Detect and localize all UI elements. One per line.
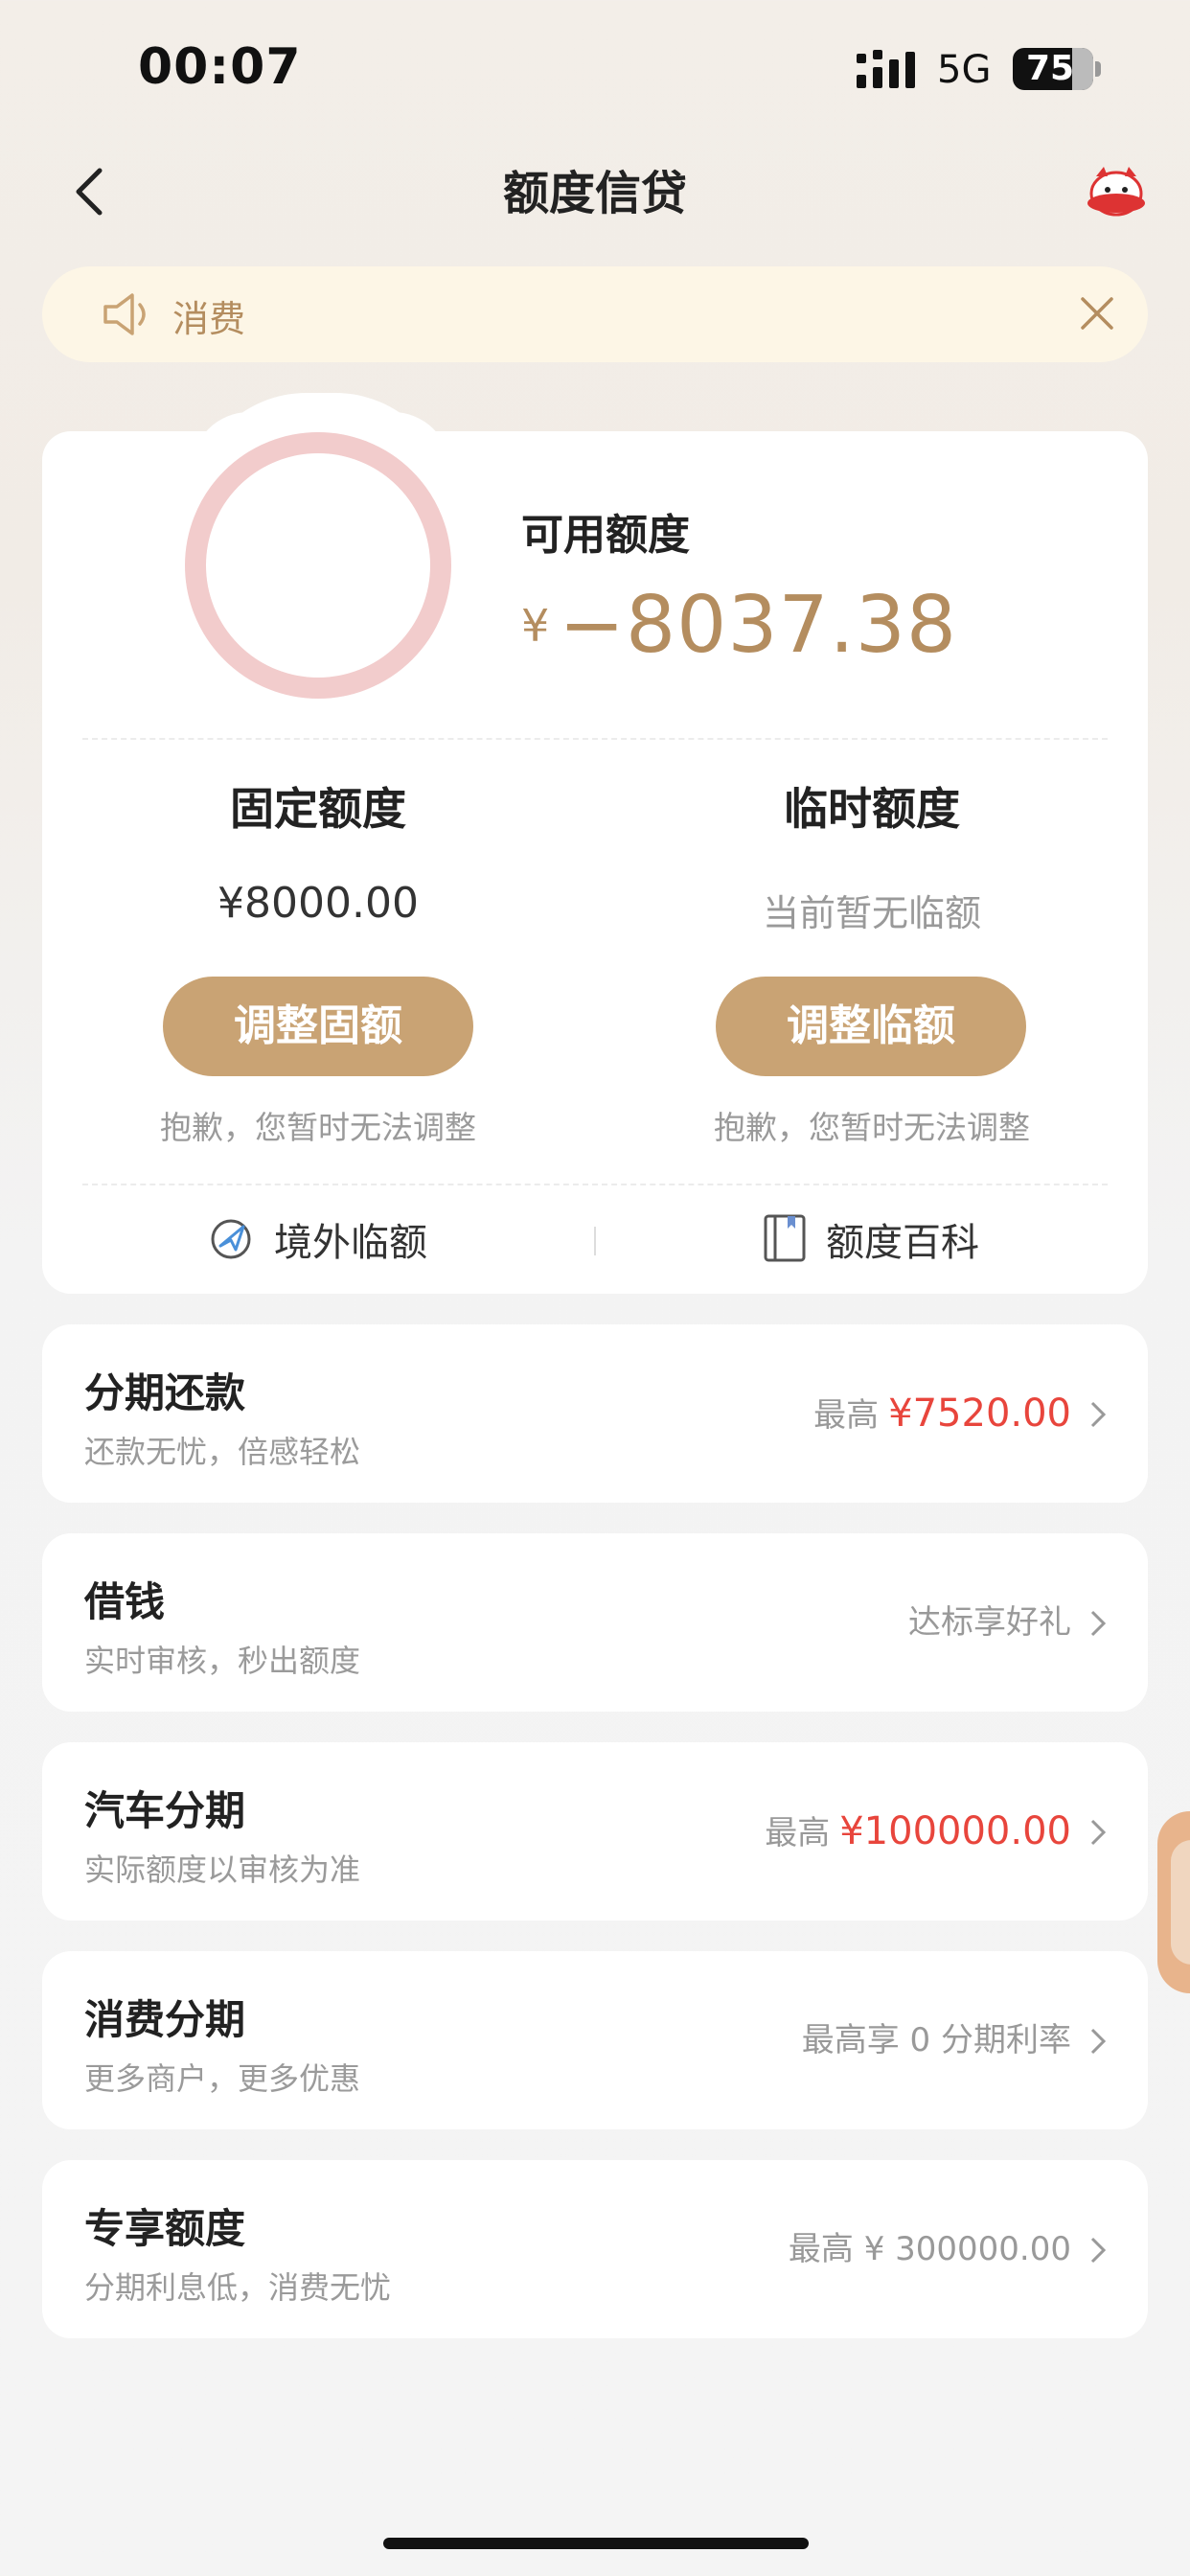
row-prefix: 达标享好礼	[908, 1603, 1071, 1642]
list-item-installment-repay[interactable]: 分期还款 还款无忧，倍感轻松 最高 ¥7520.00	[42, 1324, 1148, 1503]
row-prefix: 最高 ¥ 300000.00	[788, 2230, 1071, 2268]
row-title: 分期还款	[84, 1369, 246, 1416]
temp-credit-label: 临时额度	[784, 783, 960, 835]
fixed-credit-value: ¥8000.00	[217, 879, 419, 928]
row-title: 专享额度	[84, 2205, 246, 2252]
list-item-borrow[interactable]: 借钱 实时审核，秒出额度 达标享好礼	[42, 1533, 1148, 1712]
divider	[82, 1184, 1108, 1185]
adjust-temp-button[interactable]: 调整临额	[716, 977, 1026, 1076]
divider	[82, 738, 1108, 740]
row-prefix: 最高	[813, 1396, 880, 1435]
credit-ring-chart	[185, 432, 451, 699]
credit-wiki-label: 额度百科	[826, 1221, 979, 1265]
status-time: 00:07	[138, 38, 302, 96]
list-item-consumer-installment[interactable]: 消费分期 更多商户，更多优惠 最高享 0 分期利率	[42, 1951, 1148, 2129]
row-prefix: 最高享 0 分期利率	[801, 2021, 1071, 2059]
notice-text: 消费	[172, 298, 246, 340]
battery-icon: 75	[1013, 48, 1093, 90]
notice-bar[interactable]: 消费	[42, 266, 1148, 362]
link-separator	[594, 1227, 596, 1255]
row-detail: 最高享 0 分期利率	[802, 1951, 1071, 2129]
book-icon	[764, 1214, 806, 1262]
overseas-temp-label: 境外临额	[274, 1221, 427, 1265]
row-subtitle: 更多商户，更多优惠	[84, 2060, 361, 2097]
row-subtitle: 还款无忧，倍感轻松	[84, 1434, 361, 1470]
page-title: 额度信贷	[502, 167, 687, 220]
battery-level: 75	[1026, 49, 1075, 88]
row-detail: 最高 ¥ 300000.00	[789, 2160, 1071, 2338]
fixed-credit-label: 固定额度	[230, 783, 406, 835]
row-detail: 最高 ¥100000.00	[765, 1742, 1071, 1920]
row-subtitle: 分期利息低，消费无忧	[84, 2269, 392, 2306]
adjust-fixed-button[interactable]: 调整固额	[163, 977, 473, 1076]
row-amount: ¥7520.00	[888, 1392, 1071, 1436]
temp-adjust-note: 抱歉，您暂时无法调整	[714, 1109, 1030, 1146]
list-item-car-installment[interactable]: 汽车分期 实际额度以审核为准 最高 ¥100000.00	[42, 1742, 1148, 1920]
row-title: 借钱	[84, 1578, 166, 1625]
home-indicator[interactable]	[383, 2538, 809, 2549]
chevron-right-icon	[1090, 2028, 1107, 2055]
row-prefix: 最高	[765, 1814, 831, 1852]
available-credit-value: ¥ −8037.38	[521, 580, 957, 671]
row-title: 消费分期	[84, 1996, 246, 2043]
battery-nub	[1095, 61, 1101, 77]
mascot-icon[interactable]	[1083, 161, 1150, 220]
available-credit-label: 可用额度	[521, 511, 690, 560]
row-subtitle: 实际额度以审核为准	[84, 1852, 361, 1888]
row-subtitle: 实时审核，秒出额度	[84, 1643, 361, 1679]
row-amount: ¥100000.00	[839, 1809, 1071, 1853]
list-item-exclusive-credit[interactable]: 专享额度 分期利息低，消费无忧 最高 ¥ 300000.00	[42, 2160, 1148, 2338]
network-label: 5G	[937, 48, 992, 92]
floating-promo-widget[interactable]	[1157, 1811, 1190, 1993]
chevron-right-icon	[1090, 1610, 1107, 1637]
available-amount: −8037.38	[559, 580, 958, 671]
close-icon[interactable]	[1075, 291, 1119, 335]
plane-globe-icon	[211, 1219, 251, 1259]
row-detail: 达标享好礼	[908, 1533, 1071, 1712]
temp-credit-value: 当前暂无临额	[762, 892, 981, 934]
signal-icon	[857, 50, 915, 88]
row-title: 汽车分期	[84, 1787, 246, 1834]
currency-symbol: ¥	[521, 599, 550, 652]
chevron-right-icon	[1090, 2237, 1107, 2264]
row-detail: 最高 ¥7520.00	[813, 1324, 1071, 1503]
speaker-icon	[103, 293, 146, 335]
chevron-right-icon	[1090, 1401, 1107, 1428]
chevron-right-icon	[1090, 1819, 1107, 1846]
fixed-adjust-note: 抱歉，您暂时无法调整	[160, 1109, 476, 1146]
